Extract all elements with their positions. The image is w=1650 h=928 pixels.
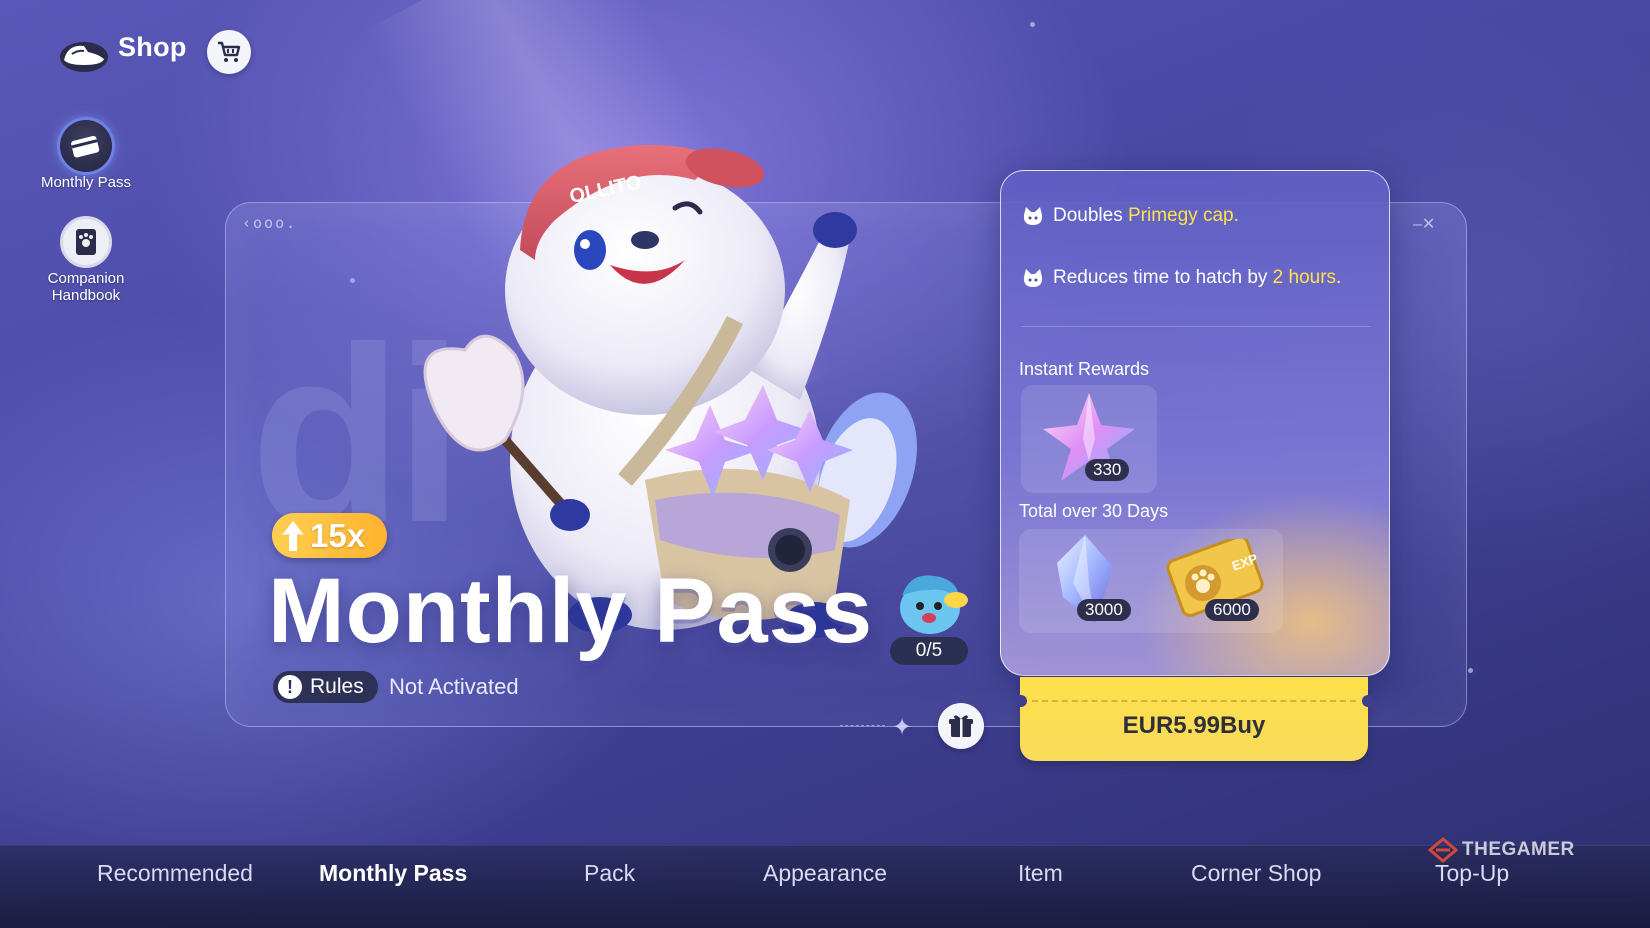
tab-corner-shop[interactable]: Corner Shop <box>1191 860 1321 887</box>
divider <box>840 725 885 726</box>
companion-icon <box>900 575 968 634</box>
ticket-notch <box>1362 695 1374 707</box>
reward-quantity: 330 <box>1085 459 1130 481</box>
tab-monthly-pass[interactable]: Monthly Pass <box>319 860 467 887</box>
page-title: Shop <box>118 32 187 62</box>
instant-reward-tile[interactable]: 330 <box>1021 385 1157 493</box>
sidebar-item-label: Companion Handbook <box>47 270 125 304</box>
rules-label: Rules <box>310 675 364 698</box>
total-rewards-title: Total over 30 Days <box>1019 501 1169 521</box>
reward-quantity: 6000 <box>1205 599 1259 621</box>
benefit-highlight: Primegy cap. <box>1128 205 1239 226</box>
watermark-text: THEGAMER <box>1462 839 1575 860</box>
arrow-up-icon <box>282 520 304 551</box>
tab-item[interactable]: Item <box>1018 860 1063 887</box>
benefit-highlight: 2 hours <box>1272 267 1337 288</box>
exp-ticket-reward[interactable]: EXP 6000 <box>1151 529 1283 633</box>
shop-screen: Shop Monthly Pass Companion Handbook di … <box>0 0 1650 928</box>
cart-icon <box>218 41 241 62</box>
ticket-notch <box>1015 695 1027 707</box>
sparkle-dot <box>1030 22 1035 27</box>
multiplier-badge: 15x <box>272 513 387 558</box>
tab-appearance[interactable]: Appearance <box>763 860 887 887</box>
sparkle-icon: ✦ <box>892 714 913 741</box>
sparkle-dot <box>1468 668 1473 673</box>
tab-recommended[interactable]: Recommended <box>97 860 253 887</box>
benefits-panel: Doubles Primegy cap. Reduces time to hat… <box>1000 170 1390 676</box>
ticket-perforation <box>1032 700 1356 702</box>
instant-rewards-title: Instant Rewards <box>1019 359 1150 379</box>
reward-quantity: 3000 <box>1077 599 1131 621</box>
companion-face-icon <box>1023 207 1043 225</box>
divider <box>1021 326 1371 327</box>
sidebar-item-monthly-pass[interactable]: Monthly Pass <box>26 120 146 191</box>
exclamation-icon: ! <box>278 675 302 699</box>
close-icon: –✕ <box>1413 216 1436 233</box>
benefit-hatch-time: Reduces time to hatch by 2 hours. <box>1021 267 1341 289</box>
crystal-reward[interactable]: 3000 <box>1019 529 1151 633</box>
shoe-icon <box>60 42 108 72</box>
benefit-primegy-cap: Doubles Primegy cap. <box>1021 205 1239 227</box>
multiplier-value: 15x <box>310 516 366 554</box>
gift-button[interactable] <box>938 703 984 749</box>
tab-top-up[interactable]: Top-Up <box>1435 860 1509 887</box>
benefit-text: Reduces time to hatch by <box>1053 267 1268 288</box>
thegamer-logo-icon <box>1428 837 1458 863</box>
activation-status: Not Activated <box>389 674 519 699</box>
sidebar-item-label: Monthly Pass <box>40 174 132 191</box>
tab-pack[interactable]: Pack <box>584 860 635 887</box>
card-tag: ‹ooo. <box>242 214 298 232</box>
gift-icon <box>949 715 973 737</box>
pass-title: Monthly Pass <box>268 560 874 662</box>
cart-button[interactable] <box>207 30 251 74</box>
buy-button[interactable]: EUR5.99Buy <box>1020 677 1368 761</box>
sidebar-item-companion-handbook[interactable]: Companion Handbook <box>26 216 146 304</box>
watermark: THEGAMER <box>1428 837 1575 863</box>
handbook-icon <box>60 216 112 268</box>
companion-face-icon <box>1023 269 1043 287</box>
buy-label: EUR5.99Buy <box>1122 712 1266 739</box>
total-rewards-tile: 3000 EXP 6000 <box>1019 529 1283 633</box>
card-icon <box>60 120 112 172</box>
companion-progress: 0/5 <box>890 637 968 665</box>
benefit-text-suffix: . <box>1336 267 1342 288</box>
benefit-text: Doubles <box>1053 205 1123 226</box>
rules-button[interactable]: ! Rules <box>273 671 378 703</box>
